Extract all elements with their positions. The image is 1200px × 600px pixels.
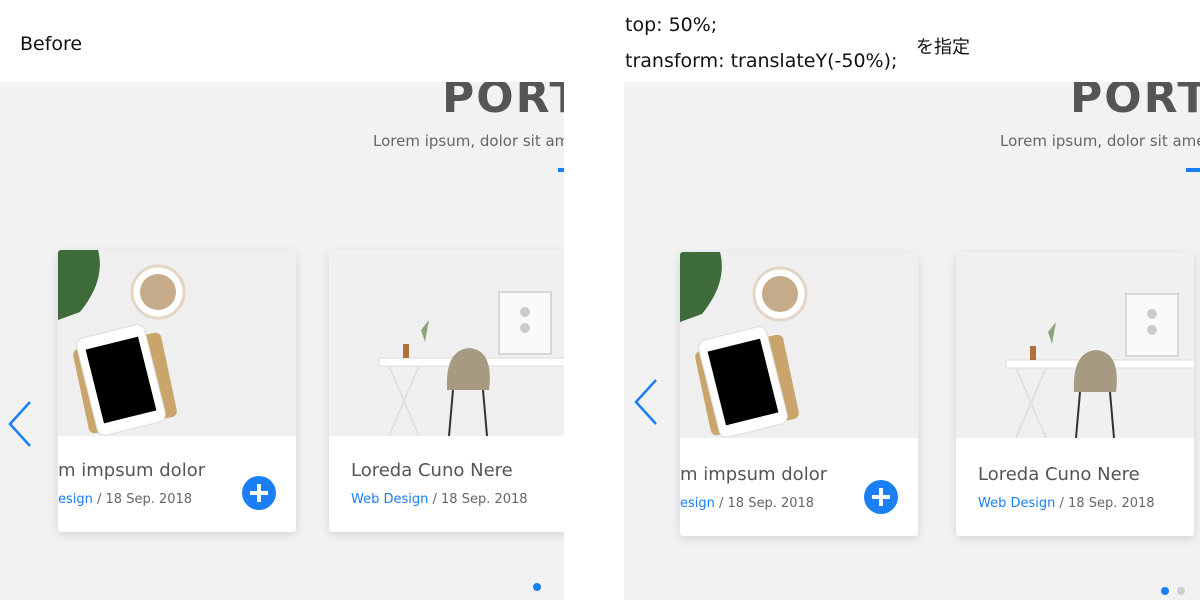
card-date: 18 Sep. 2018: [1068, 496, 1155, 511]
portfolio-card[interactable]: Loreda Cuno Nere Web Design / 18 Sep. 20…: [956, 252, 1194, 536]
pagination-dots: [533, 578, 564, 600]
note-label: を指定: [916, 37, 970, 58]
card-date: 18 Sep. 2018: [105, 492, 193, 507]
meta-separator: /: [714, 496, 728, 511]
card-category[interactable]: Web Design: [978, 496, 1055, 511]
section-subtitle: Lorem ipsum, dolor sit ame: [373, 132, 564, 150]
card-meta: esign / 18 Sep. 2018: [58, 492, 192, 507]
section-subtitle: Lorem ipsum, dolor sit ame: [1000, 132, 1200, 150]
card-meta: Web Design / 18 Sep. 2018: [351, 492, 528, 507]
before-label: Before: [20, 33, 83, 55]
chevron-left-icon[interactable]: [6, 400, 34, 448]
card-category[interactable]: esign: [680, 496, 715, 511]
card-meta: esign / 18 Sep. 2018: [680, 496, 814, 511]
card-date: 18 Sep. 2018: [441, 492, 528, 507]
chevron-left-icon[interactable]: [632, 378, 660, 426]
section-heading: PORT: [1070, 82, 1200, 123]
pagination-dot[interactable]: [1161, 587, 1169, 595]
pagination-dot[interactable]: [1177, 587, 1185, 595]
card-image: [329, 250, 564, 436]
before-panel: PORT Lorem ipsum, dolor sit ame m impsum…: [0, 82, 564, 600]
portfolio-card[interactable]: m impsum dolor esign / 18 Sep. 2018: [58, 250, 296, 532]
room-photo: [956, 252, 1194, 438]
card-title: Loreda Cuno Nere: [351, 460, 513, 481]
card-image: [680, 252, 918, 438]
portfolio-card[interactable]: Loreda Cuno Nere Web Design / 18 Sep. 20…: [329, 250, 564, 532]
plus-circle-icon[interactable]: [864, 480, 898, 514]
desk-photo: [58, 250, 296, 436]
card-title: m impsum dolor: [680, 464, 828, 485]
card-title: Loreda Cuno Nere: [978, 464, 1140, 485]
pagination-dots: [1161, 582, 1200, 600]
card-title: m impsum dolor: [58, 460, 206, 481]
desk-photo: [680, 252, 918, 438]
room-photo: [329, 250, 564, 436]
meta-separator: /: [428, 492, 442, 507]
plus-circle-icon[interactable]: [242, 476, 276, 510]
code-line-1: top: 50%;: [625, 14, 718, 36]
card-date: 18 Sep. 2018: [727, 496, 815, 511]
card-meta: Web Design / 18 Sep. 2018: [978, 496, 1155, 511]
portfolio-card[interactable]: m impsum dolor esign / 18 Sep. 2018: [680, 252, 918, 536]
meta-separator: /: [1055, 496, 1069, 511]
heading-accent-bar: [558, 168, 564, 172]
after-panel: PORT Lorem ipsum, dolor sit ame m impsum…: [624, 82, 1200, 600]
card-image: [58, 250, 296, 436]
code-line-2: transform: translateY(-50%);: [625, 50, 898, 72]
pagination-dot[interactable]: [533, 583, 541, 591]
section-heading: PORT: [442, 82, 564, 123]
card-category[interactable]: esign: [58, 492, 93, 507]
meta-separator: /: [92, 492, 106, 507]
heading-accent-bar: [1186, 168, 1200, 172]
card-category[interactable]: Web Design: [351, 492, 428, 507]
card-image: [956, 252, 1194, 438]
